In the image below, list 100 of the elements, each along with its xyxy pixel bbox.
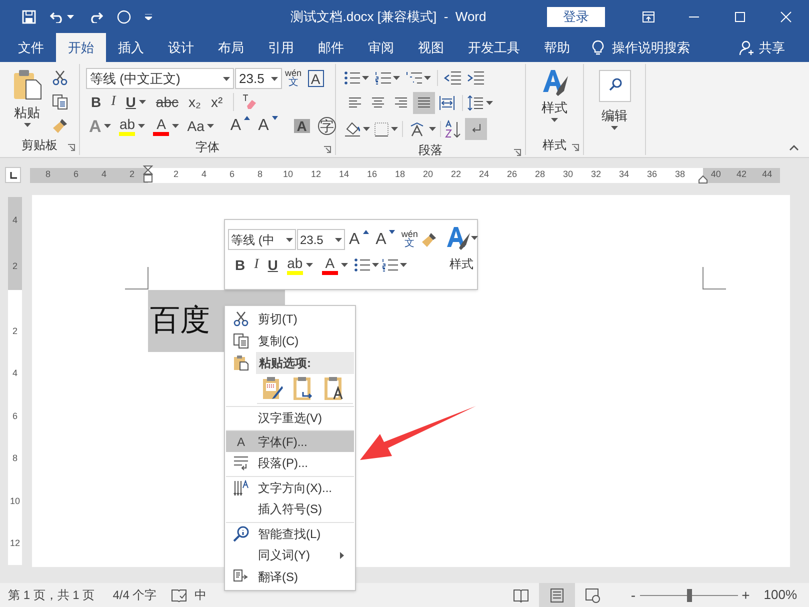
redo-icon[interactable] [88,10,103,22]
circle-icon[interactable] [117,10,131,24]
format-button[interactable]: x² [208,92,226,112]
format-button[interactable]: Aa [184,116,218,136]
ribbon-tab[interactable]: 插入 [106,33,156,62]
ribbon-tab[interactable]: 引用 [256,33,306,62]
format-button[interactable]: A [255,116,281,136]
ribbon-display-icon[interactable] [642,10,654,22]
increase-indent-icon[interactable] [467,71,484,85]
ribbon-tab[interactable]: 邮件 [306,33,356,62]
format-button[interactable]: I [251,255,262,275]
menu-item[interactable]: 插入符号(S) [226,498,354,520]
numbering-button[interactable] [382,258,407,272]
scissors-icon[interactable] [52,70,68,86]
paste-merge-formatting-icon[interactable] [293,376,315,400]
format-painter-icon[interactable] [52,118,68,134]
caret-icon [306,263,313,267]
ribbon-tab[interactable]: 设计 [156,33,206,62]
phonetic-guide-button[interactable]: wén 文 [399,230,420,249]
font-name-field[interactable]: 等线 (中文正文) [86,68,234,89]
close-icon[interactable] [780,10,792,22]
menu-item[interactable]: A 字体(F)... [226,430,354,452]
maximize-icon[interactable] [734,10,746,22]
numbering-button[interactable] [375,71,400,85]
format-button[interactable]: A [150,115,182,137]
format-button[interactable]: A [318,254,351,276]
decrease-indent-icon[interactable] [444,71,461,85]
font-size-field[interactable]: 23.5 [235,68,282,89]
format-button[interactable]: ab [116,115,148,137]
shading-button[interactable] [344,121,370,137]
caret-icon [340,263,348,267]
dialog-launcher-icon[interactable] [514,149,521,156]
format-painter-icon[interactable] [420,232,437,248]
tab-selector-button[interactable] [5,167,21,183]
zoom-out-button[interactable]: - [630,584,636,606]
language-indicator[interactable]: 中 [194,586,207,604]
format-button[interactable]: x₂ [186,92,204,112]
font-size-field[interactable]: 23.5 [297,229,345,250]
ribbon-tab[interactable]: 开始 [56,33,106,62]
menu-item[interactable]: 汉字重选(V) [226,406,354,428]
paste-keep-formatting-icon[interactable] [262,376,284,400]
format-button[interactable]: A [372,230,398,250]
zoom-in-button[interactable]: + [742,584,750,606]
copy-icon[interactable] [52,94,68,110]
format-button[interactable]: B [232,255,248,275]
share-button[interactable]: 共享 [739,33,785,62]
clear-formatting-icon[interactable] [240,94,257,110]
word-count[interactable]: 4/4 个字 [112,586,157,604]
dialog-launcher-icon[interactable] [68,144,75,151]
caret-icon [362,76,369,80]
ribbon-tab[interactable]: 布局 [206,33,256,62]
format-button[interactable]: A [227,116,254,136]
zoom-slider-thumb[interactable] [686,588,692,602]
dialog-launcher-icon[interactable] [324,146,331,153]
ribbon-tab[interactable]: 帮助 [532,33,582,62]
zoom-level[interactable]: 100% [764,585,797,605]
paste-button[interactable]: 粘贴 [10,68,44,135]
dialog-launcher-icon[interactable] [572,144,579,151]
format-button[interactable]: B [88,92,104,112]
styles-button[interactable]: 样式 [444,223,478,286]
menu-item[interactable]: 文字方向(X)... [226,476,354,498]
styles-button[interactable]: 样式 [540,68,568,135]
bullets-button[interactable] [344,71,369,85]
save-icon[interactable] [22,10,36,24]
ribbon-tab[interactable]: 视图 [406,33,456,62]
borders-button[interactable] [374,122,398,136]
format-button[interactable]: ab [284,254,316,276]
page-count[interactable]: 第 1 页，共 1 页 [8,586,95,604]
proofing-icon[interactable] [170,588,187,602]
bullets-button[interactable] [354,258,379,272]
format-button[interactable]: I [108,92,119,112]
undo-button[interactable] [50,10,74,22]
editing-button[interactable]: 编辑 [584,64,645,130]
tell-me-search[interactable]: 操作说明搜索 [592,33,690,62]
font-name-field[interactable]: 等线 (中 [228,229,296,250]
right-indent-marker-icon[interactable] [698,174,708,184]
menu-item[interactable]: 段落(P)... [226,452,354,474]
customize-caret-icon[interactable] [145,14,152,20]
show-marks-button[interactable] [465,118,487,140]
menu-item[interactable]: 同义词(Y) [226,544,354,566]
format-button[interactable]: U [122,92,149,112]
format-button[interactable]: U [264,255,281,275]
view-button[interactable] [538,583,575,607]
format-button[interactable]: abc [152,92,182,112]
phonetic-guide-button[interactable]: wén 文 [283,69,304,88]
format-button[interactable]: A [346,230,372,250]
font-glyph: A [236,434,245,450]
collapse-ribbon-icon[interactable] [789,145,799,151]
ribbon-tab[interactable]: 审阅 [356,33,406,62]
menu-item[interactable]: 翻译(S) [226,566,354,588]
alignment-button[interactable] [413,92,435,114]
sign-in-button[interactable]: 登录 [547,6,605,26]
zoom-slider[interactable] [640,588,738,602]
ribbon-tab[interactable]: 文件 [6,33,56,62]
menu-item[interactable]: 智能查找(L) [226,522,354,544]
sort-icon[interactable] [445,120,461,138]
multilevel-list-button[interactable] [406,71,431,85]
character-border-button[interactable]: A [308,70,324,87]
ribbon-tab[interactable]: 开发工具 [456,33,532,62]
line-spacing-button[interactable] [467,95,493,111]
